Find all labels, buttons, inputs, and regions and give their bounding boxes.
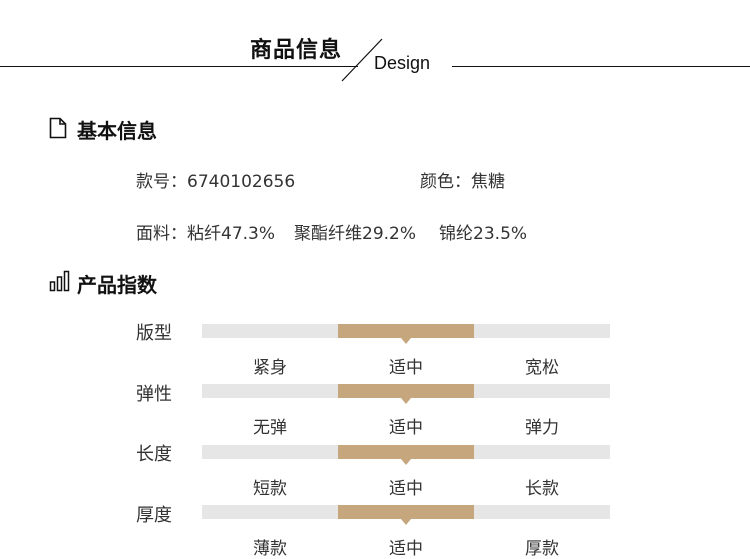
index-selected-segment <box>338 384 474 398</box>
page-title: 商品信息 <box>250 38 343 63</box>
index-pointer-icon <box>401 338 411 344</box>
index-row-label: 版型 <box>136 323 172 344</box>
index-option-label: 宽松 <box>525 358 559 378</box>
section-title-basic-info: 基本信息 <box>77 119 157 143</box>
page-subtitle: Design <box>374 53 431 73</box>
index-pointer-icon <box>401 398 411 404</box>
index-option-label: 无弹 <box>253 418 287 438</box>
header-rule-left <box>0 66 358 67</box>
color-value: 焦糖 <box>471 172 505 192</box>
index-track <box>202 505 610 519</box>
index-track <box>202 384 610 398</box>
index-option-label: 薄款 <box>253 539 287 559</box>
index-option-label: 弹力 <box>525 418 559 438</box>
index-track <box>202 445 610 459</box>
fabric-item: 锦纶23.5% <box>439 224 528 244</box>
color-row: 颜色：焦糖 <box>420 167 505 192</box>
color-label: 颜色： <box>420 172 471 192</box>
index-selected-segment <box>338 505 474 519</box>
section-title-product-index: 产品指数 <box>77 273 157 297</box>
style-number-label: 款号： <box>136 172 187 192</box>
fabric-item: 粘纤47.3% <box>187 224 276 244</box>
fabric-item: 聚酯纤维29.2% <box>294 224 417 244</box>
index-option-label: 短款 <box>253 479 287 499</box>
index-option-label: 长款 <box>525 479 559 499</box>
fabric-row: 面料：粘纤47.3% 聚酯纤维29.2% 锦纶23.5% <box>136 219 527 244</box>
style-number-value: 6740102656 <box>187 172 296 192</box>
index-pointer-icon <box>401 459 411 465</box>
header-rule-right <box>452 66 750 67</box>
index-option-label: 厚款 <box>525 539 559 559</box>
index-pointer-icon <box>401 519 411 525</box>
index-option-label: 紧身 <box>253 358 287 378</box>
index-option-label: 适中 <box>389 539 423 559</box>
index-row-label: 厚度 <box>136 505 172 526</box>
bar-chart-icon <box>49 270 70 292</box>
index-row-label: 长度 <box>136 444 172 465</box>
fabric-label: 面料： <box>136 224 187 244</box>
product-info-page: { "header": { "title": "商品信息", "subtitle… <box>0 0 750 559</box>
document-icon <box>49 117 67 139</box>
index-row-label: 弹性 <box>136 384 172 405</box>
index-option-label: 适中 <box>389 418 423 438</box>
style-number-row: 款号：6740102656 <box>136 167 295 192</box>
index-track <box>202 324 610 338</box>
index-selected-segment <box>338 324 474 338</box>
index-selected-segment <box>338 445 474 459</box>
index-option-label: 适中 <box>389 358 423 378</box>
index-option-label: 适中 <box>389 479 423 499</box>
